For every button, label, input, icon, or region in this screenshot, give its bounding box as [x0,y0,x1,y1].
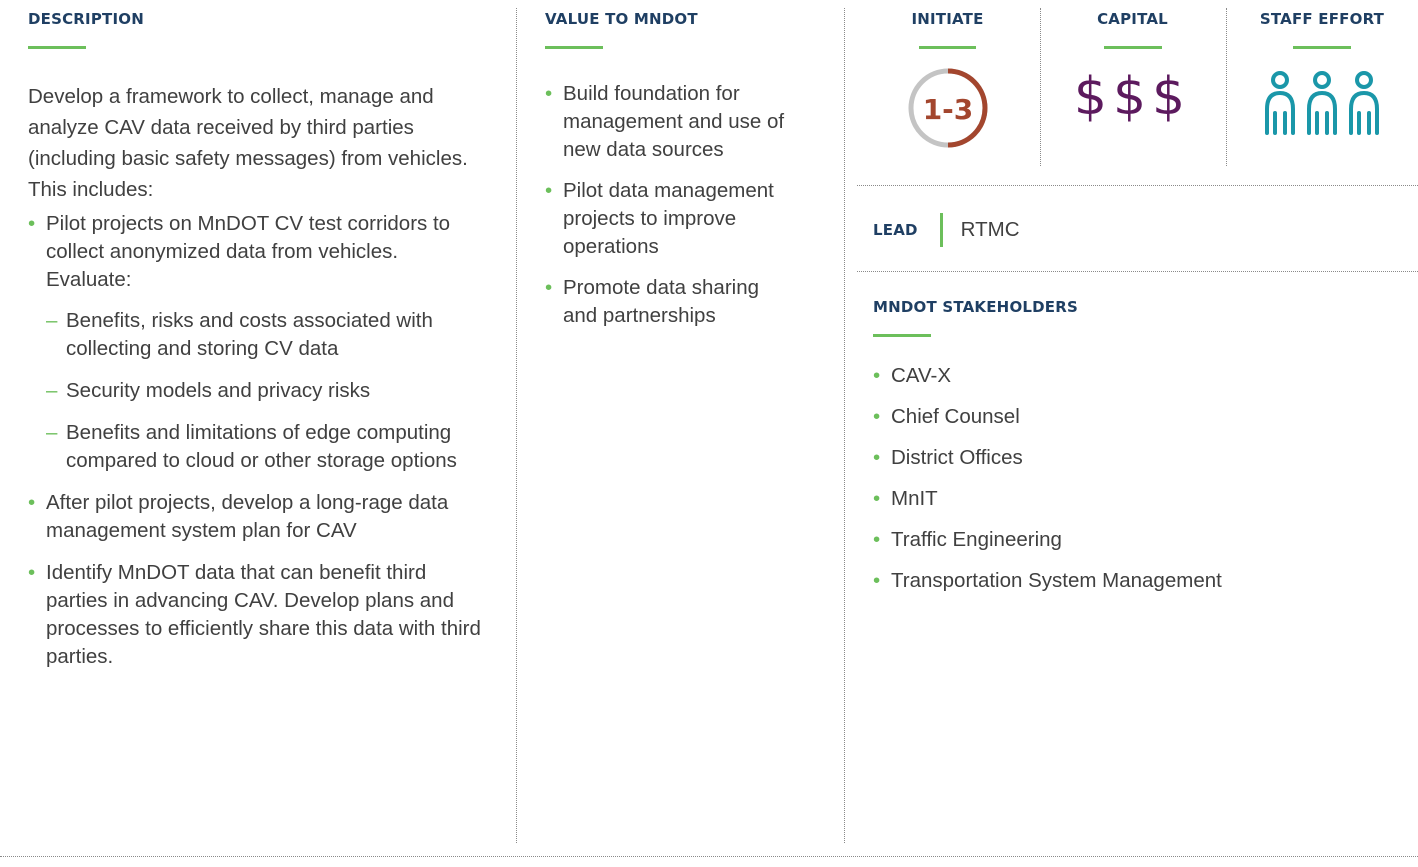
stakeholders-heading: MNDOT STAKEHOLDERS [873,298,1079,316]
staff-person-icons [1265,71,1379,135]
bullet-dot-icon: • [873,569,881,592]
stakeholders-section: MNDOT STAKEHOLDERS • CAV-X • Chief Counsel… [873,298,1403,608]
sub-list-item: – Security models and privacy risks [46,377,483,405]
list-item: • District Offices [873,444,1403,472]
list-item: • Pilot data management projects to impro… [545,179,774,258]
value-column: VALUE TO MNDOT • Build foundation for man… [545,0,795,330]
sub-list-item: – Benefits and limitations of edge comput… [46,421,457,472]
bullet-dot-icon: • [545,179,553,202]
list-item: • Identify MnDOT data that can benefit t… [28,559,483,671]
list-item: • Build foundation for management and use… [545,82,785,161]
lead-separator [939,213,943,247]
initiate-heading: INITIATE [911,10,984,28]
description-rule [28,46,86,49]
description-bullets: • Pilot projects on MnDOT CV test corrid… [28,210,483,671]
capital-dollar-icons: $$$ [1073,67,1192,127]
initiate-ring-icon: 1-3 [908,68,987,148]
description-column: DESCRIPTION Develop a framework to colle… [28,0,483,671]
lead-row: LEAD RTMC [873,212,1020,248]
staff-effort-heading: STAFF EFFORT [1259,10,1385,28]
lead-value: RTMC [960,218,1020,241]
capital-heading: CAPITAL [1097,10,1168,28]
bullet-dot-icon: • [28,491,36,514]
sub-list: – Benefits, risks and costs associated wi… [46,307,483,475]
dash-icon: – [46,379,58,402]
list-item: • Transportation System Management [873,567,1403,595]
dash-icon: – [46,421,58,444]
person-icon [1349,71,1379,135]
initiate-rule [919,46,976,49]
bullet-dot-icon: • [545,276,553,299]
section-divider [857,271,1418,272]
sub-list-item: – Benefits, risks and costs associated wi… [46,309,433,360]
list-item: • Pilot projects on MnDOT CV test corrid… [28,210,483,475]
stakeholders-rule [873,334,931,337]
value-bullets: • Build foundation for management and use… [545,80,795,330]
bullet-text: Identify MnDOT data that can benefit thi… [46,561,481,668]
column-divider [516,8,517,843]
bullet-dot-icon: • [873,446,881,469]
bullet-text: Pilot projects on MnDOT CV test corridor… [46,212,451,291]
staff-effort-metric: STAFF EFFORT [1226,0,1418,149]
bullet-text: After pilot projects, develop a long-rag… [46,491,449,542]
bullet-dot-icon: • [28,561,36,584]
description-intro: Develop a framework to collect, manage a… [28,85,468,201]
stakeholders-list: • CAV-X • Chief Counsel • District Offices … [873,362,1403,595]
dash-icon: – [46,309,58,332]
list-item: • MnIT [873,485,1403,513]
person-icon [1307,71,1337,135]
bullet-dot-icon: • [873,528,881,551]
bullet-dot-icon: • [28,212,36,235]
person-icon [1265,71,1295,135]
bullet-dot-icon: • [873,364,881,387]
staff-effort-rule [1293,46,1351,49]
capital-metric: CAPITAL $$$ [1040,0,1225,127]
list-item: • Chief Counsel [873,403,1403,431]
lead-label: LEAD [873,221,918,239]
bullet-dot-icon: • [545,82,553,105]
section-divider [857,185,1418,186]
description-heading: DESCRIPTION [28,10,144,28]
bullet-dot-icon: • [873,487,881,510]
bullet-dot-icon: • [873,405,881,428]
list-item: • After pilot projects, develop a long-r… [28,489,483,545]
list-item: • CAV-X [873,362,1403,390]
value-heading: VALUE TO MNDOT [545,10,698,28]
list-item: • Traffic Engineering [873,526,1403,554]
list-item: • Promote data sharing and partnerships [545,276,760,327]
initiate-metric: INITIATE 1-3 [855,0,1040,153]
column-divider [844,8,845,843]
bottom-divider [0,856,1418,857]
value-rule [545,46,603,49]
capital-rule [1103,46,1162,49]
initiate-value: 1-3 [922,93,973,126]
